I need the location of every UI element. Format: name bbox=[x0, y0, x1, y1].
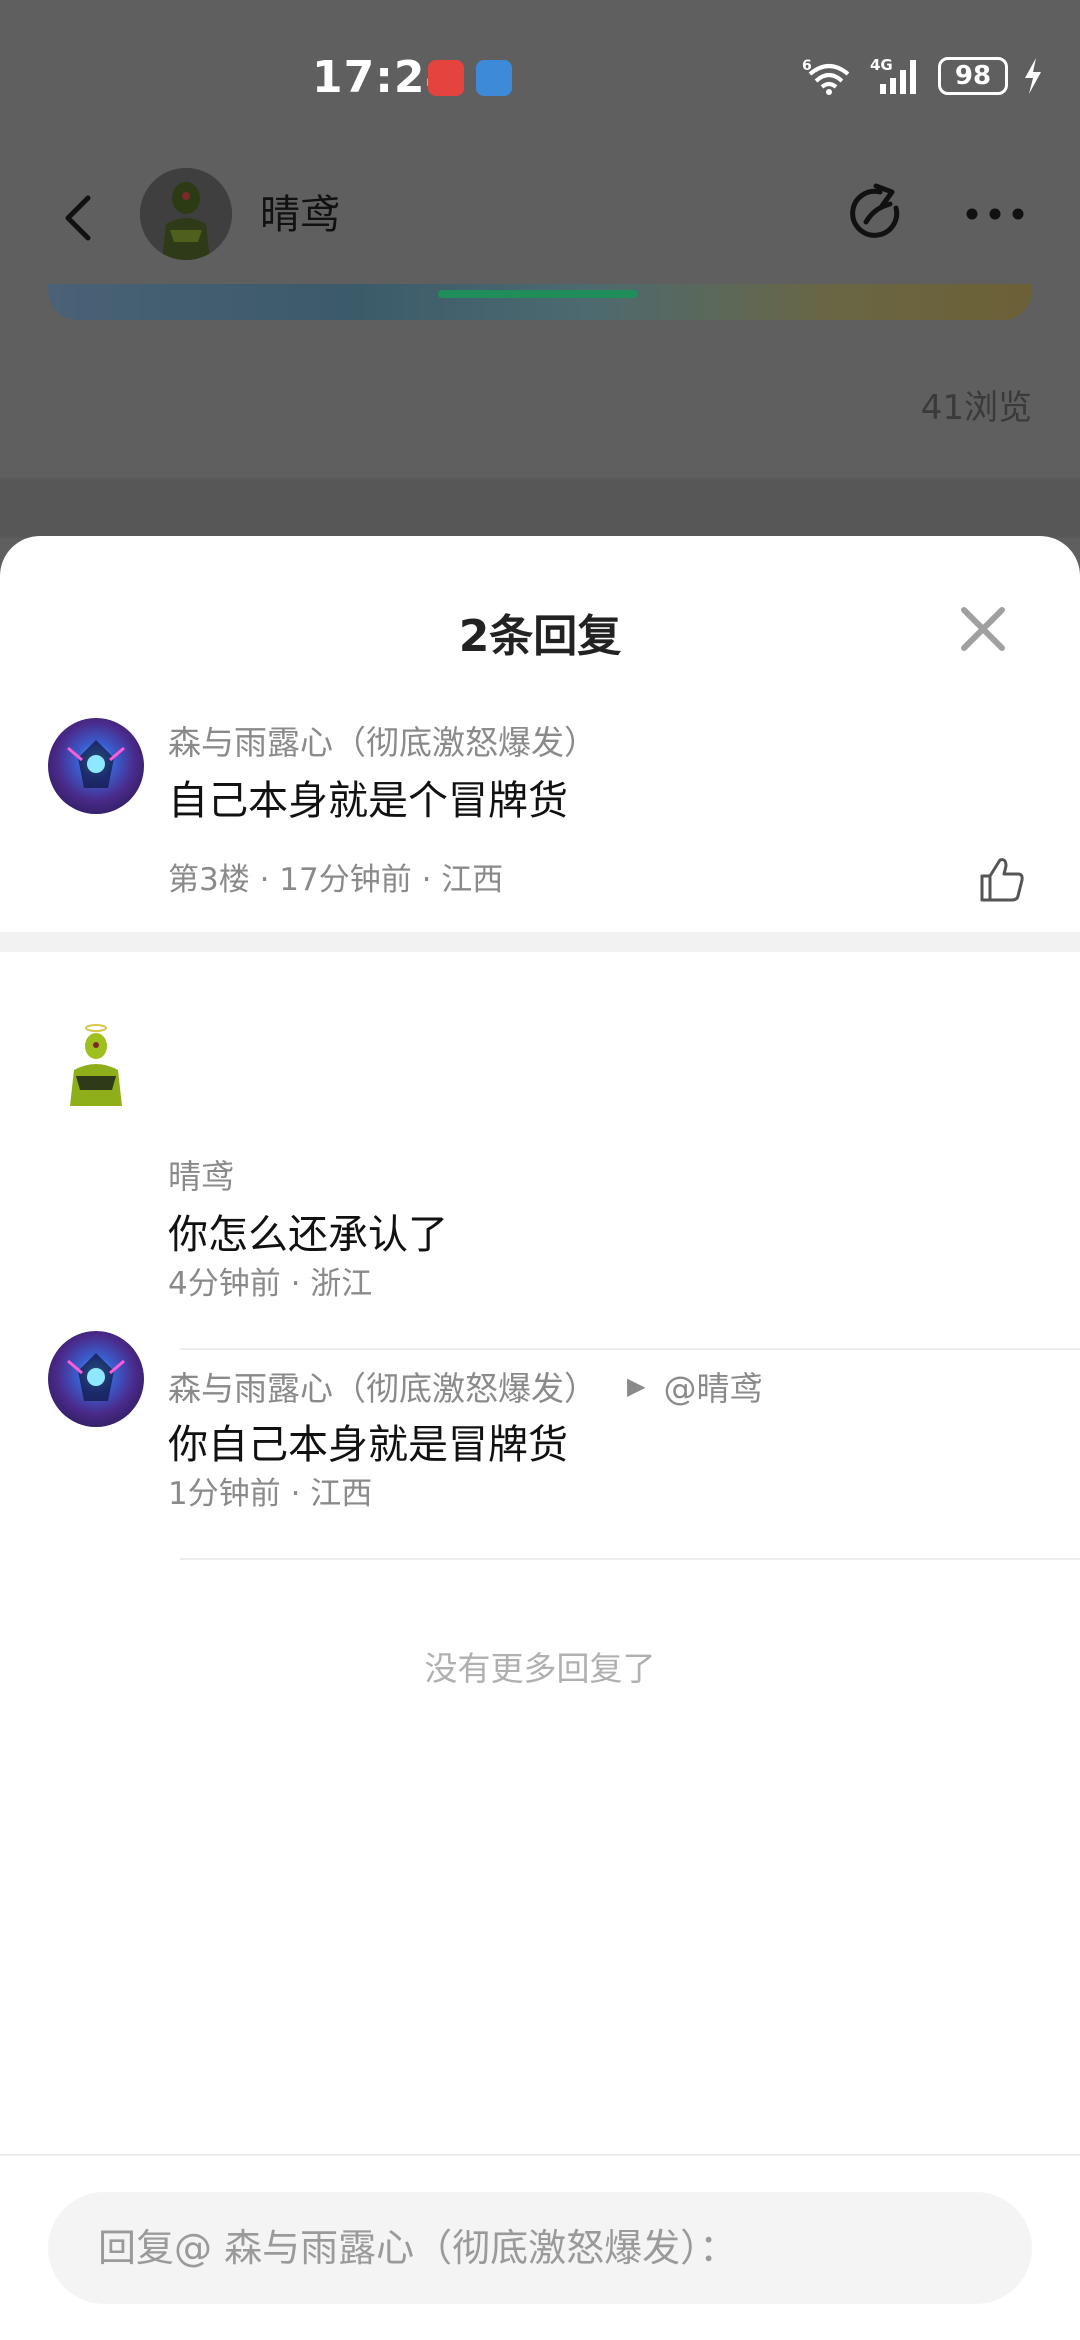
avatar-figure-icon bbox=[140, 168, 232, 260]
post-image[interactable] bbox=[48, 284, 1032, 320]
row-divider bbox=[180, 1348, 1080, 1350]
robot-avatar-icon bbox=[67, 740, 125, 788]
sheet-title: 2条回复 bbox=[458, 611, 622, 662]
reply-target[interactable]: @晴鸢 bbox=[663, 1362, 762, 1410]
post-header: 晴鸢 bbox=[0, 160, 1080, 280]
bottom-divider bbox=[0, 2154, 1080, 2156]
back-arrow-icon[interactable] bbox=[48, 186, 112, 250]
reply-text: 你自己本身就是冒牌货 bbox=[168, 1422, 568, 1468]
reply-avatar[interactable] bbox=[48, 1331, 144, 1427]
comment-meta: 第3楼 · 17分钟前 · 江西 bbox=[168, 862, 504, 898]
replies-sheet: 2条回复 森与雨露心（彻底激怒爆发） 自己本身就是个冒牌货 第3楼 · 17分钟… bbox=[0, 536, 1080, 2340]
section-gap bbox=[0, 932, 1080, 952]
post-image-bar bbox=[438, 290, 638, 298]
reply-meta: 4分钟前 · 浙江 bbox=[168, 1266, 373, 1302]
view-count: 41浏览 bbox=[920, 388, 1032, 428]
comment-text: 自己本身就是个冒牌货 bbox=[168, 778, 568, 824]
reply-author-row: 森与雨露心（彻底激怒爆发） ▶ @晴鸢 bbox=[168, 1362, 762, 1410]
robot-avatar-icon bbox=[67, 1353, 125, 1401]
wifi-icon: 6 bbox=[802, 58, 850, 95]
reply-meta: 1分钟前 · 江西 bbox=[168, 1476, 373, 1512]
status-bar: 17:24 6 4G 98 bbox=[0, 0, 1080, 160]
reply-text: 你怎么还承认了 bbox=[168, 1212, 448, 1258]
comment-avatar[interactable] bbox=[48, 718, 144, 814]
reply-input[interactable] bbox=[48, 2192, 1032, 2304]
app-notification-icon-2 bbox=[476, 60, 512, 96]
share-icon[interactable] bbox=[840, 178, 912, 250]
figure-avatar-icon bbox=[48, 1018, 144, 1114]
charging-icon bbox=[1025, 58, 1041, 94]
comment-author[interactable]: 森与雨露心（彻底激怒爆发） bbox=[168, 716, 597, 764]
battery-indicator: 98 bbox=[938, 57, 1008, 95]
dim-divider bbox=[0, 478, 1080, 538]
row-divider bbox=[180, 1558, 1080, 1560]
more-icon[interactable] bbox=[960, 184, 1030, 244]
thumbs-up-icon[interactable] bbox=[976, 854, 1026, 904]
svg-text:4G: 4G bbox=[870, 56, 893, 74]
signal-icon: 4G bbox=[870, 56, 916, 94]
reply-arrow-icon: ▶ bbox=[627, 1372, 646, 1400]
status-right: 6 4G 98 bbox=[802, 56, 1044, 96]
author-avatar[interactable] bbox=[140, 168, 232, 260]
reply-author[interactable]: 晴鸢 bbox=[168, 1150, 234, 1198]
close-icon[interactable] bbox=[956, 602, 1010, 656]
app-notification-icon bbox=[428, 60, 464, 96]
no-more-replies: 没有更多回复了 bbox=[424, 1649, 656, 1688]
reply-avatar[interactable] bbox=[48, 1018, 144, 1114]
author-name[interactable]: 晴鸢 bbox=[260, 182, 340, 240]
reply-author[interactable]: 森与雨露心（彻底激怒爆发） bbox=[168, 1362, 597, 1410]
